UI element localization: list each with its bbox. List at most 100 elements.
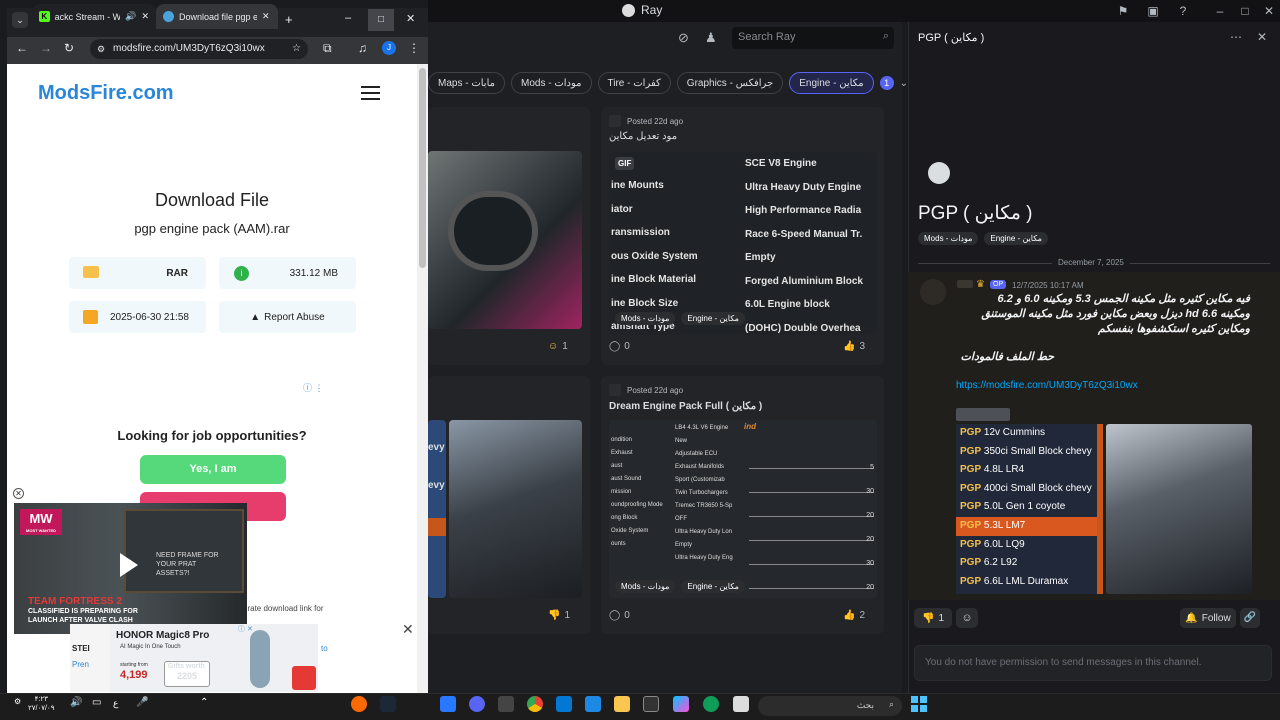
forum-post-card[interactable]: Posted 22d ago مود تعديل مكاين GIF ine M…: [601, 107, 884, 365]
app-icon[interactable]: [440, 696, 456, 712]
mute-icon[interactable]: ⊘: [678, 30, 689, 46]
tab-download-file[interactable]: Download file pgp en ✕: [156, 4, 278, 29]
extensions-icon[interactable]: ⧉: [323, 41, 332, 56]
pgp-engine-list: PGP 12v Cummins PGP 350ci Small Block che…: [956, 424, 1103, 591]
message-text: فيه مكاين كثيره مثل مكينه الجمس 5.3 ومكي…: [981, 293, 1250, 335]
forum-post-card[interactable]: Posted 22d ago Dream Engine Pack Full ( …: [601, 376, 884, 634]
taskbar-search[interactable]: بحث ⌕: [758, 696, 902, 716]
site-logo[interactable]: ModsFire.com: [38, 82, 174, 105]
folder-icon[interactable]: [614, 696, 630, 712]
emoji-icon: ☺: [548, 341, 559, 352]
reload-icon[interactable]: ↻: [64, 41, 74, 55]
reaction-button[interactable]: 👍 3: [843, 341, 865, 352]
language-indicator[interactable]: ع: [113, 698, 118, 709]
reaction-button[interactable]: 👎 1: [914, 608, 952, 628]
page-scrollbar[interactable]: [417, 64, 428, 693]
message-link[interactable]: https://modsfire.com/UM3DyT6zQ3i10wx: [956, 380, 1138, 391]
settings-tray-icon[interactable]: ⚙: [14, 697, 21, 706]
close-tab-icon[interactable]: ✕: [262, 11, 270, 22]
thumbs-down-icon: 👎: [921, 612, 935, 624]
close-icon[interactable]: ✕: [406, 12, 415, 25]
attachment-image[interactable]: PGP 12v Cummins PGP 350ci Small Block che…: [956, 424, 1103, 594]
date-divider: December 7, 2025: [1052, 258, 1130, 267]
mic-icon[interactable]: 🎤: [136, 697, 148, 708]
new-tab-icon[interactable]: +: [285, 12, 293, 27]
report-abuse-button[interactable]: ▲ Report Abuse: [219, 301, 356, 333]
tag-graphics[interactable]: Graphics - جرافكس: [676, 72, 784, 94]
tag-engine[interactable]: Engine - مكاين: [789, 72, 874, 94]
ad-choices-icon[interactable]: ⓘ ⋮: [303, 381, 324, 394]
task-view-icon[interactable]: [733, 696, 749, 712]
banner-ad[interactable]: STEI Pren HONOR Magic8 Pro AI Magic In O…: [70, 624, 328, 692]
ad-choices-icon[interactable]: ⓘ ✕: [238, 624, 253, 634]
close-ad-icon[interactable]: ✕: [402, 621, 414, 638]
tab-kick-stream[interactable]: K ackc Stream - Wa 🔊 ✕: [32, 4, 156, 29]
file-type-box: RAR: [69, 257, 206, 289]
bookmark-star-icon[interactable]: ☆: [292, 39, 301, 59]
steam-icon[interactable]: [380, 696, 396, 712]
maximize-icon[interactable]: □: [1238, 4, 1252, 18]
store-icon[interactable]: [585, 696, 601, 712]
tag-mods[interactable]: Mods - مودات: [511, 72, 592, 94]
media-controls-icon[interactable]: ♫: [358, 41, 367, 55]
forum-post-card[interactable]: evy evy 👎 1: [428, 376, 590, 634]
tab-search-icon[interactable]: ⌄: [12, 12, 28, 28]
edge-icon[interactable]: [703, 696, 719, 712]
address-bar[interactable]: ⚙ modsfire.com/UM3DyT6zQ3i10wx ☆: [90, 39, 308, 59]
more-options-icon[interactable]: ⋯: [1230, 30, 1242, 44]
yes-button[interactable]: Yes, I am: [140, 455, 286, 484]
app-icon[interactable]: [643, 696, 659, 712]
add-reaction-icon[interactable]: ☺: [956, 608, 978, 628]
start-icon[interactable]: [911, 696, 927, 712]
avatar[interactable]: [920, 279, 946, 305]
copy-link-icon[interactable]: 🔗: [1240, 608, 1260, 628]
op-badge: OP: [990, 280, 1007, 289]
profile-avatar[interactable]: J: [382, 41, 396, 55]
discord-icon[interactable]: [469, 696, 485, 712]
chrome-icon[interactable]: [527, 696, 543, 712]
mw-logo: MW MOST WANTED: [20, 509, 62, 535]
reaction-button[interactable]: ☺ 1: [548, 341, 568, 352]
video-ad-player[interactable]: NEED FRAME FOR YOUR PRAT ASSETS?! MW MOS…: [14, 503, 247, 634]
spoiler-block[interactable]: [956, 408, 1010, 421]
search-input[interactable]: Search Ray ⌕: [732, 27, 894, 49]
close-thread-icon[interactable]: ✕: [1257, 30, 1267, 44]
chevron-up-icon[interactable]: ⌃: [200, 697, 208, 708]
site-info-icon[interactable]: ⚙: [97, 39, 105, 59]
forward-icon[interactable]: →: [40, 41, 52, 55]
help-icon[interactable]: ?: [1176, 4, 1190, 18]
app-icon[interactable]: [498, 696, 514, 712]
mail-icon[interactable]: [556, 696, 572, 712]
volume-icon[interactable]: 🔊: [70, 697, 82, 708]
follow-button[interactable]: 🔔 Follow: [1180, 608, 1236, 628]
close-tab-icon[interactable]: ✕: [141, 11, 149, 22]
clock[interactable]: ۴:۲۳ ۲۷/۰۷/۰۹: [28, 695, 54, 713]
reaction-button[interactable]: 👎 1: [548, 610, 570, 621]
minimize-icon[interactable]: –: [1213, 4, 1227, 18]
speaker-icon: 🔊: [125, 11, 137, 21]
chevron-down-icon[interactable]: ⌄: [900, 78, 908, 89]
tag-maps[interactable]: Maps - مابات: [428, 72, 505, 94]
app-icon[interactable]: [351, 696, 367, 712]
reaction-button[interactable]: 👍 2: [843, 610, 865, 621]
members-icon[interactable]: ♟: [705, 30, 717, 46]
network-icon[interactable]: ▭: [92, 697, 101, 708]
menu-icon[interactable]: ⋮: [408, 41, 420, 55]
hamburger-menu-icon[interactable]: [361, 86, 380, 100]
back-icon[interactable]: ←: [16, 41, 28, 55]
play-icon[interactable]: [120, 553, 138, 577]
minimize-icon[interactable]: –: [345, 12, 351, 24]
forum-post-card[interactable]: ☺ 1: [428, 107, 590, 365]
maximize-icon[interactable]: □: [368, 9, 394, 31]
close-video-icon[interactable]: ✕: [13, 488, 24, 499]
screen-share-icon[interactable]: ▣: [1146, 4, 1160, 18]
post-tags: Mods - مودات Engine - مكاين: [615, 312, 745, 325]
thumbs-down-icon: 👎: [548, 610, 561, 621]
tag-tire[interactable]: Tire - كفرات: [597, 72, 671, 94]
close-icon[interactable]: ✕: [1262, 4, 1276, 18]
attachment-image-2[interactable]: [1106, 424, 1252, 594]
tag-count-badge[interactable]: 1: [879, 76, 894, 90]
inbox-icon[interactable]: ⚑: [1116, 4, 1130, 18]
copilot-icon[interactable]: [673, 696, 689, 712]
username[interactable]: [957, 280, 973, 288]
